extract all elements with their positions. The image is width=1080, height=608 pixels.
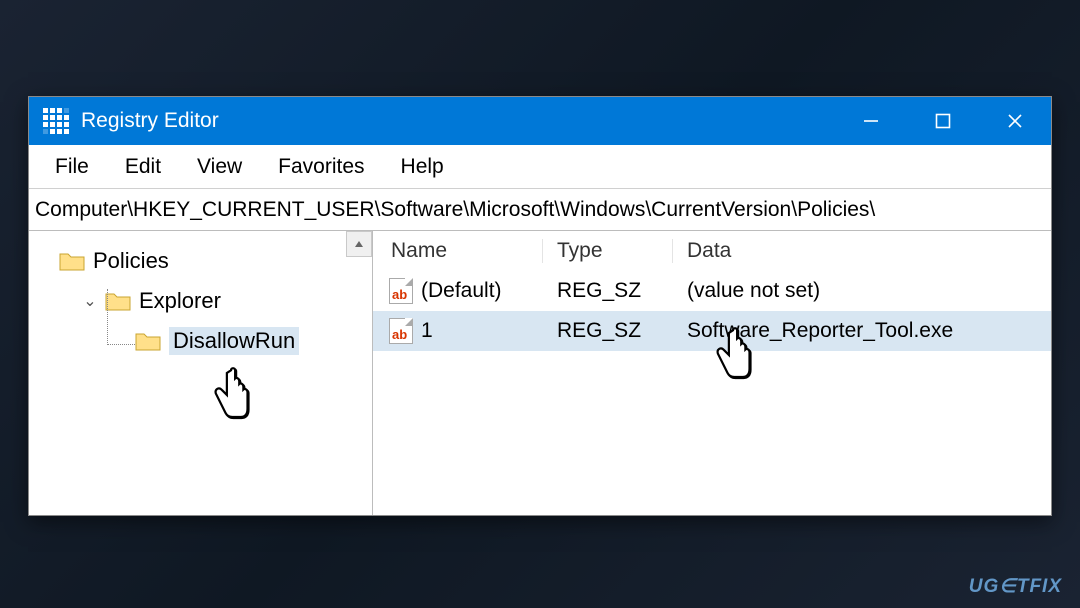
value-data: Software_Reporter_Tool.exe <box>673 319 1051 343</box>
column-data[interactable]: Data <box>673 239 1051 263</box>
column-type[interactable]: Type <box>543 239 673 263</box>
menu-favorites[interactable]: Favorites <box>260 155 382 179</box>
tree-label-selected: DisallowRun <box>169 327 299 355</box>
tree-label: Explorer <box>139 288 221 314</box>
address-bar[interactable]: Computer\HKEY_CURRENT_USER\Software\Micr… <box>29 189 1051 231</box>
tree-connector <box>107 289 135 345</box>
string-value-icon: ab <box>389 278 413 304</box>
regedit-window: Registry Editor File Edit View Favorites… <box>28 96 1052 516</box>
close-button[interactable] <box>979 97 1051 145</box>
value-name: 1 <box>421 319 433 343</box>
menu-edit[interactable]: Edit <box>107 155 179 179</box>
value-type: REG_SZ <box>543 319 673 343</box>
value-data: (value not set) <box>673 279 1051 303</box>
folder-icon <box>135 330 161 352</box>
list-pane[interactable]: Name Type Data ab (Default) REG_SZ (valu… <box>373 231 1051 515</box>
watermark: UG∈TFIX <box>969 575 1062 598</box>
list-header: Name Type Data <box>373 231 1051 271</box>
workarea: Policies ⌄ Explorer DisallowRun <box>29 231 1051 515</box>
folder-icon <box>59 250 85 272</box>
tree-node-explorer[interactable]: ⌄ Explorer <box>41 281 372 321</box>
window-controls <box>835 97 1051 145</box>
menubar: File Edit View Favorites Help <box>29 145 1051 189</box>
minimize-button[interactable] <box>835 97 907 145</box>
cursor-hand-icon <box>209 367 253 423</box>
value-row-default[interactable]: ab (Default) REG_SZ (value not set) <box>373 271 1051 311</box>
regedit-app-icon <box>43 108 69 134</box>
scroll-up-button[interactable] <box>346 231 372 257</box>
maximize-button[interactable] <box>907 97 979 145</box>
value-row-1[interactable]: ab 1 REG_SZ Software_Reporter_Tool.exe <box>373 311 1051 351</box>
tree-label: Policies <box>93 248 169 274</box>
titlebar[interactable]: Registry Editor <box>29 97 1051 145</box>
column-name[interactable]: Name <box>373 239 543 263</box>
chevron-down-icon[interactable]: ⌄ <box>83 291 97 311</box>
address-path: Computer\HKEY_CURRENT_USER\Software\Micr… <box>35 198 875 222</box>
menu-view[interactable]: View <box>179 155 260 179</box>
value-name: (Default) <box>421 279 502 303</box>
tree-node-policies[interactable]: Policies <box>41 241 372 281</box>
tree-node-disallowrun[interactable]: DisallowRun <box>41 321 372 361</box>
string-value-icon: ab <box>389 318 413 344</box>
menu-file[interactable]: File <box>37 155 107 179</box>
menu-help[interactable]: Help <box>383 155 462 179</box>
window-title: Registry Editor <box>81 109 835 133</box>
value-type: REG_SZ <box>543 279 673 303</box>
tree-pane[interactable]: Policies ⌄ Explorer DisallowRun <box>29 231 373 515</box>
